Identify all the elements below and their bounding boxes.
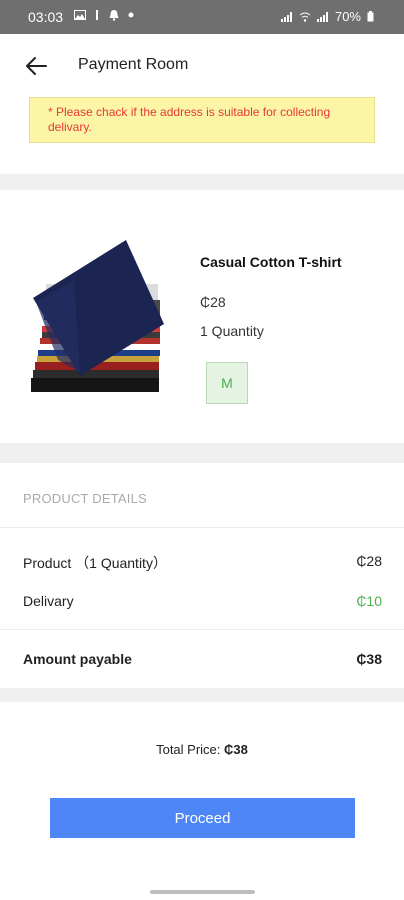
size-chip[interactable]: M <box>206 362 248 404</box>
home-indicator[interactable] <box>150 890 255 894</box>
wifi-icon <box>299 12 311 22</box>
page-title: Payment Room <box>78 56 189 73</box>
detail-row-delivery: Delivary ₵10 <box>23 593 382 609</box>
divider-line <box>0 527 404 528</box>
detail-row-amount-payable: Amount payable ₵38 <box>23 651 382 667</box>
detail-value: ₵38 <box>356 651 382 667</box>
battery-percent: 70% <box>334 9 361 24</box>
proceed-button[interactable]: Proceed <box>50 798 355 838</box>
product-quantity: 1 Quantity <box>200 323 264 339</box>
section-heading: PRODUCT DETAILS <box>23 491 147 506</box>
total-price: Total Price: ₵38 <box>0 742 404 757</box>
total-label: Total Price: <box>156 742 221 757</box>
detail-label: Amount payable <box>23 651 132 667</box>
status-left-icons <box>74 9 134 21</box>
address-warning: * Please chack if the address is suitabl… <box>29 97 375 143</box>
product-name: Casual Cotton T-shirt <box>200 254 342 270</box>
arrow-left-icon <box>26 57 47 75</box>
signal-icon <box>280 11 292 22</box>
section-divider <box>0 174 404 190</box>
product-details-section: PRODUCT DETAILS Product （1 Quantity） ₵28… <box>0 463 404 688</box>
detail-label: Delivary <box>23 593 74 609</box>
product-card[interactable]: Casual Cotton T-shirt ₵28 1 Quantity M <box>0 190 404 443</box>
stacked-tshirts-image <box>31 240 164 392</box>
section-divider <box>0 688 404 702</box>
detail-label: Product （1 Quantity） <box>23 555 167 571</box>
signal-icon <box>316 11 328 22</box>
battery-icon <box>367 11 374 22</box>
detail-row-product: Product （1 Quantity） ₵28 <box>23 553 382 573</box>
app-bar: Payment Room <box>0 34 404 96</box>
detail-value: ₵10 <box>356 593 382 609</box>
status-time: 03:03 <box>28 9 64 25</box>
status-bar: 03:03 70% <box>0 0 404 34</box>
detail-value: ₵28 <box>356 553 382 569</box>
vibrate-icon <box>96 10 98 20</box>
divider-line <box>0 629 404 630</box>
product-price: ₵28 <box>200 294 226 310</box>
dot-icon <box>128 12 134 18</box>
total-value: ₵38 <box>224 742 248 757</box>
section-divider <box>0 443 404 463</box>
back-button[interactable] <box>22 52 50 80</box>
image-icon <box>74 10 86 20</box>
status-right-icons: 70% <box>280 9 374 24</box>
notification-icon <box>109 10 119 21</box>
